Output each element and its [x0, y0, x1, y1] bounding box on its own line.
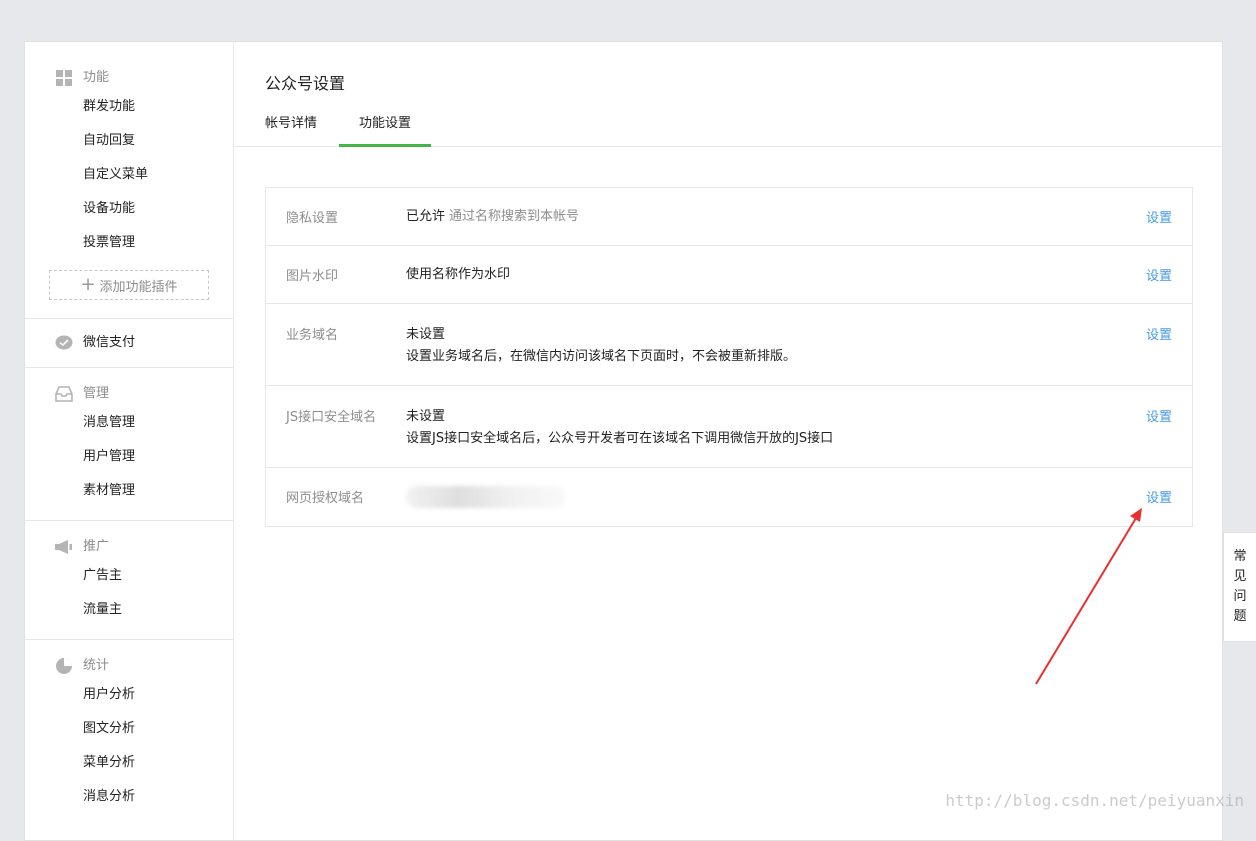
- row-hint: 通过名称搜索到本帐号: [449, 209, 580, 224]
- faq-char: 常: [1233, 549, 1247, 564]
- group-title: 推广: [83, 539, 110, 554]
- sidebar-item-traffic-owner[interactable]: 流量主: [25, 593, 233, 627]
- row-label: JS接口安全域名: [286, 410, 377, 425]
- row-value: 已允许: [406, 209, 446, 224]
- group-head-stats: 统计: [25, 654, 233, 678]
- menu-group-manage: 管理 消息管理 用户管理 素材管理: [25, 368, 233, 521]
- faq-side-tab[interactable]: 常 见 问 题: [1223, 532, 1256, 642]
- sidebar-item-message-analysis[interactable]: 消息分析: [25, 780, 233, 814]
- grid-icon: [55, 69, 73, 87]
- js-domain-settings-link[interactable]: 设置: [1146, 406, 1172, 425]
- megaphone-icon: [55, 538, 73, 556]
- sidebar-item-article-analysis[interactable]: 图文分析: [25, 712, 233, 746]
- settings-table: 隐私设置 已允许 通过名称搜索到本帐号 设置 图片水印 使用名称作为水印 设置 业…: [265, 187, 1193, 527]
- menu-group-wechat-pay: 微信支付: [25, 319, 233, 368]
- tab-feature-settings[interactable]: 功能设置: [339, 106, 431, 147]
- page-title: 公众号设置: [265, 74, 346, 93]
- row-label: 隐私设置: [286, 211, 339, 226]
- sidebar-item-menu-analysis[interactable]: 菜单分析: [25, 746, 233, 780]
- settings-row-watermark: 图片水印 使用名称作为水印 设置: [266, 246, 1192, 304]
- menu-group-stats: 统计 用户分析 图文分析 菜单分析 消息分析: [25, 640, 233, 826]
- sidebar-item-custom-menu[interactable]: 自定义菜单: [25, 158, 233, 192]
- group-title: 管理: [83, 386, 110, 401]
- group-head-manage: 管理: [25, 382, 233, 406]
- group-title: 微信支付: [83, 335, 136, 350]
- add-plugin-button[interactable]: + 添加功能插件: [49, 270, 209, 300]
- row-description: 设置业务域名后，在微信内访问该域名下页面时，不会被重新排版。: [406, 349, 797, 364]
- privacy-settings-link[interactable]: 设置: [1146, 207, 1172, 226]
- main-content: 公众号设置 帐号详情 功能设置 隐私设置 已允许 通过名称搜索到本帐号 设置 图片…: [234, 42, 1222, 840]
- group-head-promotion: 推广: [25, 535, 233, 559]
- group-title: 功能: [83, 70, 110, 85]
- row-content: 使用名称作为水印: [406, 264, 1112, 286]
- settings-row-js-domain: JS接口安全域名 未设置 设置JS接口安全域名后，公众号开发者可在该域名下调用微…: [266, 386, 1192, 468]
- sidebar: 功能 群发功能 自动回复 自定义菜单 设备功能 投票管理 + 添加功能插件 微信…: [25, 42, 234, 840]
- row-label: 网页授权域名: [286, 491, 365, 506]
- sidebar-item-device[interactable]: 设备功能: [25, 192, 233, 226]
- sidebar-item-mass-send[interactable]: 群发功能: [25, 90, 233, 124]
- menu-group-promotion: 推广 广告主 流量主: [25, 521, 233, 640]
- settings-row-oauth-domain: 网页授权域名 设置: [266, 468, 1192, 526]
- sidebar-item-users[interactable]: 用户管理: [25, 440, 233, 474]
- group-head-features: 功能: [25, 66, 233, 90]
- row-value: 使用名称作为水印: [406, 267, 511, 282]
- row-content: [406, 486, 1112, 509]
- sidebar-item-wechat-pay[interactable]: 微信支付: [25, 331, 233, 355]
- settings-row-business-domain: 业务域名 未设置 设置业务域名后，在微信内访问该域名下页面时，不会被重新排版。 …: [266, 304, 1192, 386]
- wechat-pay-icon: [55, 334, 73, 352]
- sidebar-item-messages[interactable]: 消息管理: [25, 406, 233, 440]
- add-plugin-label: 添加功能插件: [99, 279, 178, 295]
- group-title: 统计: [83, 658, 110, 673]
- row-description: 设置JS接口安全域名后，公众号开发者可在该域名下调用微信开放的JS接口: [406, 431, 834, 446]
- watermark-text: http://blog.csdn.net/peiyuanxin: [945, 791, 1244, 810]
- row-content: 未设置 设置JS接口安全域名后，公众号开发者可在该域名下调用微信开放的JS接口: [406, 406, 1112, 450]
- inbox-icon: [55, 385, 73, 403]
- faq-char: 见: [1233, 569, 1247, 584]
- faq-char: 问: [1233, 589, 1247, 604]
- faq-char: 题: [1233, 609, 1247, 624]
- plus-icon: +: [80, 274, 96, 295]
- sidebar-item-user-analysis[interactable]: 用户分析: [25, 678, 233, 712]
- settings-row-privacy: 隐私设置 已允许 通过名称搜索到本帐号 设置: [266, 188, 1192, 246]
- blurred-domain-value: [406, 486, 566, 508]
- row-value: 未设置: [406, 409, 446, 424]
- sidebar-item-auto-reply[interactable]: 自动回复: [25, 124, 233, 158]
- business-domain-settings-link[interactable]: 设置: [1146, 324, 1172, 343]
- row-value: 未设置: [406, 327, 446, 342]
- oauth-domain-settings-link[interactable]: 设置: [1146, 487, 1172, 506]
- row-label: 业务域名: [286, 328, 339, 343]
- row-content: 未设置 设置业务域名后，在微信内访问该域名下页面时，不会被重新排版。: [406, 324, 1112, 368]
- row-label: 图片水印: [286, 269, 339, 284]
- sidebar-item-materials[interactable]: 素材管理: [25, 474, 233, 508]
- row-content: 已允许 通过名称搜索到本帐号: [406, 206, 1112, 228]
- app-window: 功能 群发功能 自动回复 自定义菜单 设备功能 投票管理 + 添加功能插件 微信…: [24, 41, 1223, 841]
- sidebar-item-vote[interactable]: 投票管理: [25, 226, 233, 260]
- menu-group-features: 功能 群发功能 自动回复 自定义菜单 设备功能 投票管理 + 添加功能插件: [25, 42, 233, 319]
- tab-bar: 帐号详情 功能设置: [234, 106, 1222, 147]
- pie-chart-icon: [55, 657, 73, 675]
- sidebar-item-advertiser[interactable]: 广告主: [25, 559, 233, 593]
- tab-account-details[interactable]: 帐号详情: [265, 106, 317, 146]
- watermark-settings-link[interactable]: 设置: [1146, 265, 1172, 284]
